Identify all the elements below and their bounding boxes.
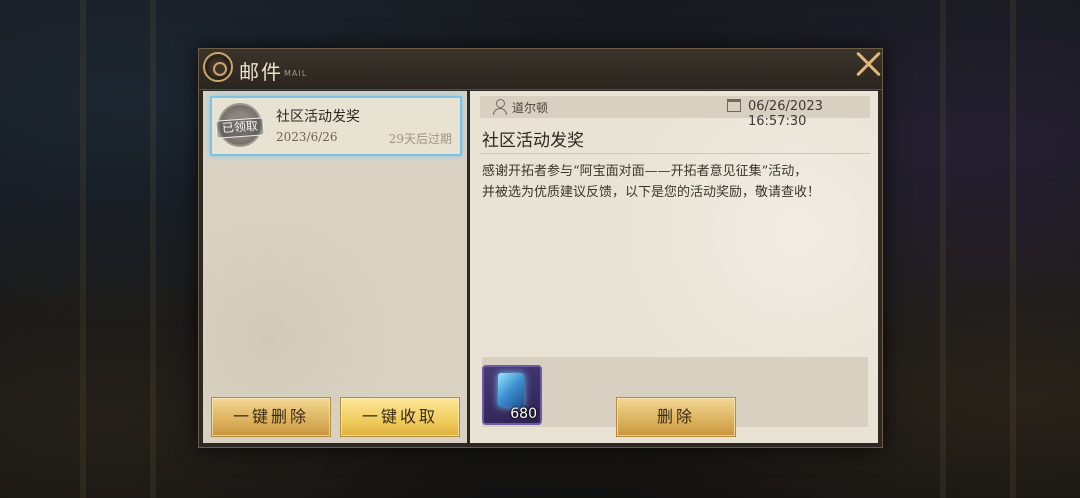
- title-bar: 邮件 MAIL: [199, 49, 882, 90]
- mail-item-date: 2023/6/26: [276, 130, 338, 144]
- claimed-stamp: 已领取: [215, 117, 265, 139]
- mail-list-panel: 已领取 社区活动发奖 2023/6/26 29天后过期 一键删除 一键收取: [203, 91, 467, 443]
- delete-all-button[interactable]: 一键删除: [211, 397, 331, 437]
- mail-timestamp: 06/26/2023 16:57:30: [748, 99, 823, 129]
- mail-dialog: 邮件 MAIL 已领取 社区活动发奖 2023/6/26 29天后过期 一键删除…: [198, 48, 883, 448]
- sender-name: 道尔顿: [512, 101, 549, 115]
- close-icon[interactable]: [852, 48, 884, 80]
- mail-detail-panel: 道尔顿 06/26/2023 16:57:30 社区活动发奖 感谢开拓者参与“阿…: [470, 91, 878, 443]
- dialog-title: 邮件: [239, 60, 283, 84]
- claim-all-button[interactable]: 一键收取: [340, 397, 460, 437]
- mail-item-title: 社区活动发奖: [276, 109, 360, 125]
- mail-item-expire: 29天后过期: [388, 132, 452, 146]
- crystal-cube-icon: [498, 373, 524, 407]
- user-icon: [492, 99, 508, 115]
- divider: [480, 153, 870, 154]
- mail-detail-title: 社区活动发奖: [482, 131, 584, 151]
- dialog-subtitle: MAIL: [284, 69, 308, 78]
- mail-emblem-icon: [203, 52, 233, 82]
- delete-button[interactable]: 删除: [616, 397, 736, 437]
- reward-count: 680: [510, 406, 537, 422]
- mail-item-icon: 已领取: [215, 103, 265, 147]
- calendar-icon: [727, 99, 741, 112]
- mail-body-line: 并被选为优质建议反馈，以下是您的活动奖励，敬请查收！: [482, 185, 821, 200]
- mail-body: 感谢开拓者参与“阿宝面对面——开拓者意见征集”活动， 并被选为优质建议反馈，以下…: [482, 161, 872, 203]
- mail-list-item[interactable]: 已领取 社区活动发奖 2023/6/26 29天后过期: [210, 96, 462, 156]
- reward-item[interactable]: 680: [482, 365, 542, 425]
- mail-body-line: 感谢开拓者参与“阿宝面对面——开拓者意见征集”活动，: [482, 164, 808, 179]
- mail-info-bar: 道尔顿 06/26/2023 16:57:30: [480, 96, 870, 129]
